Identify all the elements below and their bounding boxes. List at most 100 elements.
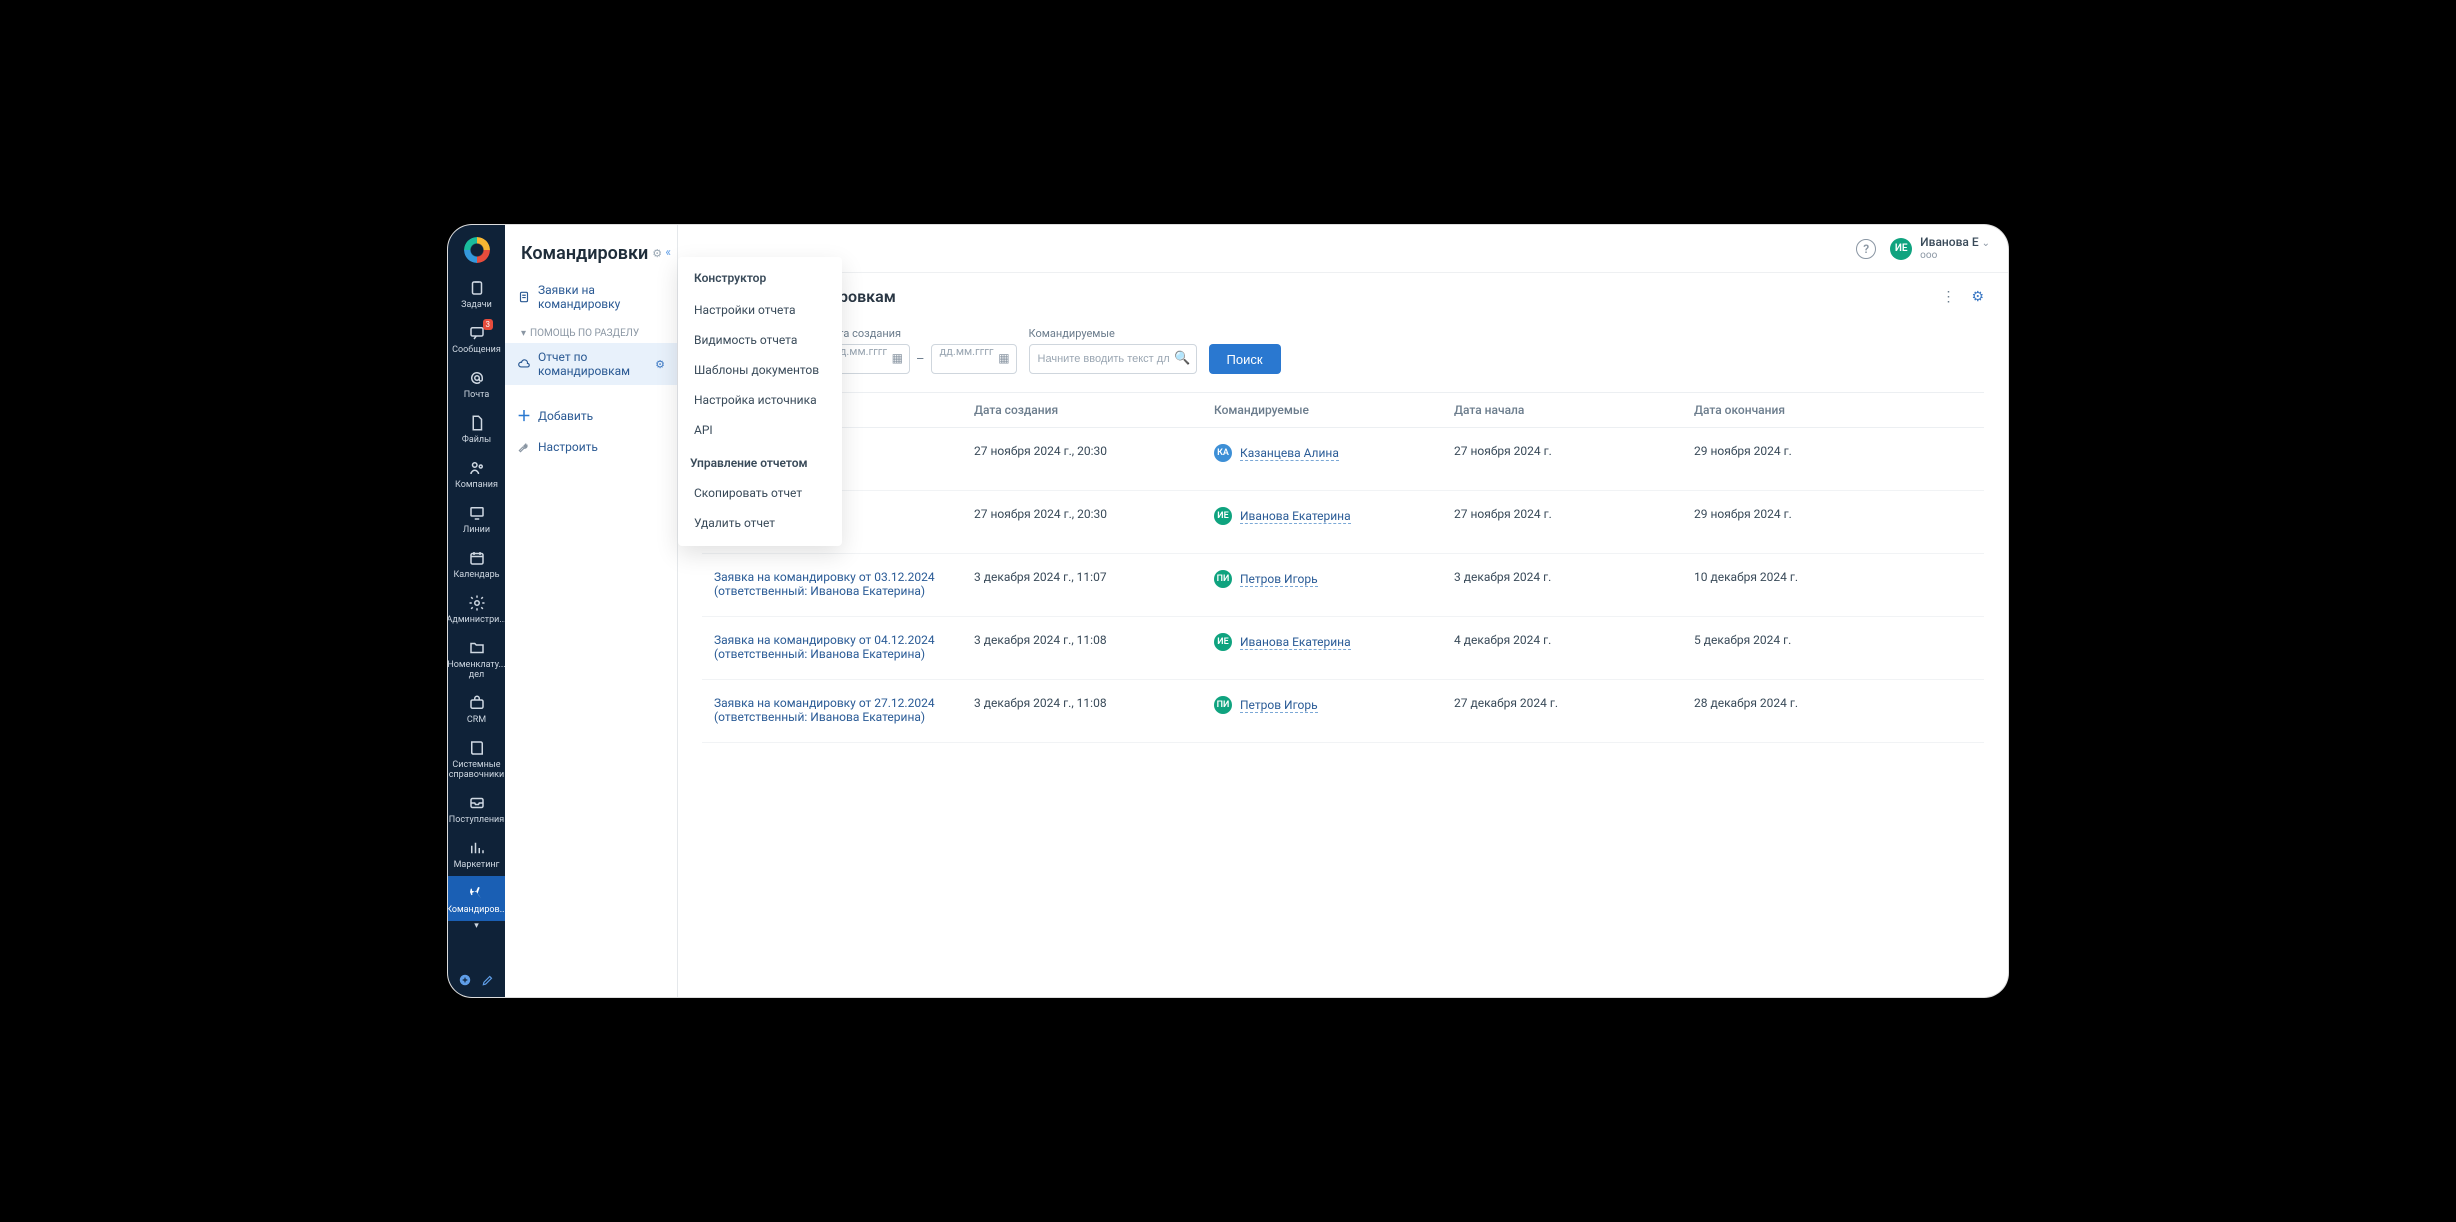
search-button[interactable]: Поиск	[1209, 344, 1281, 374]
person-name[interactable]: Иванова Екатерина	[1240, 635, 1351, 650]
gear-icon	[468, 594, 486, 612]
request-link[interactable]: Заявка на командировку от 27.12.2024	[714, 696, 950, 710]
rail-item-lines[interactable]: Линии	[448, 496, 505, 541]
sidebar-action-add[interactable]: ＋ Добавить	[505, 399, 677, 433]
sidebar-action-configure[interactable]: Настроить	[505, 433, 677, 461]
user-avatar: ИЕ	[1890, 238, 1912, 260]
col-end[interactable]: Дата окончания	[1682, 393, 1984, 428]
cell-person[interactable]: ПИПетров Игорь	[1214, 696, 1430, 714]
user-name: Иванова Е ⌄	[1920, 236, 1990, 250]
person-name[interactable]: Казанцева Алина	[1240, 446, 1339, 461]
dropdown-item-report-settings[interactable]: Настройки отчета	[678, 295, 842, 325]
dropdown-section-constructor: Конструктор	[678, 265, 842, 295]
rail-item-marketing[interactable]: Маркетинг	[448, 831, 505, 876]
help-button[interactable]: ?	[1856, 239, 1876, 259]
rail-item-calendar[interactable]: Календарь	[448, 541, 505, 586]
cell-person[interactable]: ИЕИванова Екатерина	[1214, 507, 1430, 525]
book-icon	[468, 739, 486, 757]
cell-person[interactable]: ИЕ Иванова Екатерина	[1214, 633, 1430, 651]
sidebar-item-report[interactable]: Отчет по командировкам ⚙	[505, 343, 677, 385]
request-sub: (ответственный: Иванова Екатерина)	[714, 584, 950, 598]
folder-icon	[468, 639, 486, 657]
rail-item-company[interactable]: Компания	[448, 451, 505, 496]
rail-item-nomenclature[interactable]: Номенклату... дел	[448, 631, 505, 686]
report-settings-dropdown: Конструктор Настройки отчета Видимость о…	[678, 257, 842, 546]
cell-created: 3 декабря 2024 г., 11:07	[962, 554, 1202, 617]
sidebar-item-label: Отчет по командировкам	[538, 350, 648, 378]
filter-date-label: Дата создания	[824, 327, 1017, 340]
page-more-icon[interactable]: ⋮	[1941, 289, 1955, 305]
table-row[interactable]: Заявка на командировку от 27.12.2024(отв…	[702, 680, 1984, 743]
filter-assignees-label: Командируемые	[1029, 327, 1197, 340]
table-row[interactable]: от 27.11.2024стратор системы)27 ноября 2…	[702, 491, 1984, 554]
cell-start: 27 ноября 2024 г.	[1442, 491, 1682, 554]
rail-badge-messages: 3	[483, 319, 494, 330]
rail-item-tasks[interactable]: Задачи	[448, 271, 505, 316]
cell-start: 4 декабря 2024 г.	[1442, 617, 1682, 680]
rail-add-icon[interactable]	[458, 973, 472, 987]
cell-created: 27 ноября 2024 г., 20:30	[962, 491, 1202, 554]
dropdown-item-report-visibility[interactable]: Видимость отчета	[678, 325, 842, 355]
module-title: Командировки	[521, 243, 648, 264]
filters-bar: Дата создания дд.мм.гггг▦ – дд.мм.гггг▦ …	[702, 324, 1984, 374]
user-org: ооо	[1920, 250, 1990, 261]
request-sub: (ответственный: Иванова Екатерина)	[714, 647, 950, 661]
rail-item-receipts[interactable]: Поступления	[448, 786, 505, 831]
person-name[interactable]: Петров Игорь	[1240, 698, 1318, 713]
search-icon[interactable]: 🔍	[1174, 351, 1190, 366]
rail-more-icon[interactable]: ▾	[448, 921, 505, 935]
person-avatar: ИЕ	[1214, 633, 1232, 651]
module-title-gear-icon[interactable]: ⚙	[652, 247, 662, 260]
calendar-icon	[468, 549, 486, 567]
page-settings-icon[interactable]: ⚙	[1971, 289, 1984, 305]
table-row[interactable]: Заявка на командировку от 04.12.2024(отв…	[702, 617, 1984, 680]
sidebar-item-gear-icon[interactable]: ⚙	[655, 358, 665, 371]
dropdown-item-delete-report[interactable]: Удалить отчет	[678, 508, 842, 538]
app-logo[interactable]	[464, 237, 490, 263]
cell-start: 27 ноября 2024 г.	[1442, 428, 1682, 491]
user-menu[interactable]: ИЕ Иванова Е ⌄ ооо	[1890, 236, 1990, 261]
cell-person[interactable]: КА Казанцева Алина	[1214, 444, 1430, 462]
table-row[interactable]: от 27.11.2024стратор системы)27 ноября 2…	[702, 428, 1984, 491]
cell-created: 3 декабря 2024 г., 11:08	[962, 617, 1202, 680]
person-name[interactable]: Петров Игорь	[1240, 572, 1318, 587]
chart-icon	[468, 839, 486, 857]
rail-item-messages[interactable]: 3 Сообщения	[448, 316, 505, 361]
monitor-icon	[468, 504, 486, 522]
calendar-icon: ▦	[998, 351, 1009, 365]
module-sidebar: Командировки ⚙ « Заявки на командировку …	[505, 225, 678, 997]
dropdown-item-doc-templates[interactable]: Шаблоны документов	[678, 355, 842, 385]
rail-item-sys-refs[interactable]: Системные справочники	[448, 731, 505, 786]
filter-assignees-input[interactable]	[1029, 344, 1197, 374]
dropdown-item-copy-report[interactable]: Скопировать отчет	[678, 478, 842, 508]
sidebar-collapse-icon[interactable]: «	[665, 245, 671, 259]
col-assignees[interactable]: Командируемые	[1202, 393, 1442, 428]
dropdown-item-source-config[interactable]: Настройка источника	[678, 385, 842, 415]
calendar-icon: ▦	[892, 351, 903, 365]
report-table: Дата создания Командируемые Дата начала …	[702, 392, 1984, 743]
file-icon	[468, 414, 486, 432]
rail-item-mail[interactable]: Почта	[448, 361, 505, 406]
briefcase-icon	[468, 694, 486, 712]
rail-item-trips[interactable]: Командиров...	[448, 876, 505, 921]
cell-person[interactable]: ПИ Петров Игорь	[1214, 570, 1430, 588]
col-start[interactable]: Дата начала	[1442, 393, 1682, 428]
filter-date-to[interactable]: дд.мм.гггг▦	[931, 344, 1017, 374]
col-created[interactable]: Дата создания	[962, 393, 1202, 428]
table-row[interactable]: Заявка на командировку от 03.12.2024(отв…	[702, 554, 1984, 617]
request-link[interactable]: Заявка на командировку от 04.12.2024	[714, 633, 950, 647]
person-avatar: КА	[1214, 444, 1232, 462]
person-avatar: ПИ	[1214, 570, 1232, 588]
sidebar-item-requests[interactable]: Заявки на командировку	[505, 276, 677, 318]
rail-item-admin[interactable]: Администри...	[448, 586, 505, 631]
person-name[interactable]: Иванова Екатерина	[1240, 509, 1351, 524]
rail-edit-icon[interactable]	[481, 973, 495, 987]
main-content: ? ИЕ Иванова Е ⌄ ооо Отчет по командиров…	[678, 225, 2008, 997]
sidebar-group-help[interactable]: ▾ ПОМОЩЬ ПО РАЗДЕЛУ	[505, 318, 677, 343]
rail-item-crm[interactable]: CRM	[448, 686, 505, 731]
dropdown-item-api[interactable]: API	[678, 415, 842, 445]
rail-item-files[interactable]: Файлы	[448, 406, 505, 451]
document-icon	[517, 290, 531, 304]
request-link[interactable]: Заявка на командировку от 03.12.2024	[714, 570, 950, 584]
caret-down-icon: ▾	[521, 328, 526, 339]
